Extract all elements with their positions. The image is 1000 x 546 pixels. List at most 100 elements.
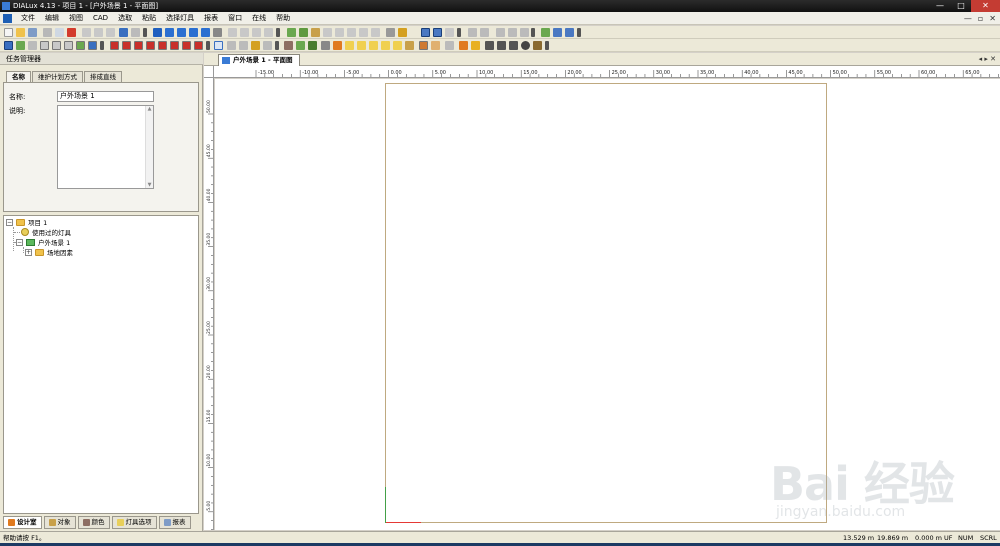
mdi-minimize-button[interactable]: — <box>964 12 972 25</box>
elevation-view-active-icon[interactable] <box>433 28 442 37</box>
redo-icon[interactable] <box>131 28 140 37</box>
tree-object-icon[interactable] <box>296 41 305 50</box>
hand-pan-icon[interactable] <box>251 41 260 50</box>
single-luminaire-icon[interactable] <box>76 41 85 50</box>
line-tool-icon[interactable] <box>485 41 494 50</box>
distribute-icon[interactable] <box>480 28 489 37</box>
ground-area-outline[interactable] <box>385 83 827 523</box>
align-icon[interactable] <box>468 28 477 37</box>
name-field[interactable]: 户外场景 1 <box>57 91 154 102</box>
measure-icon[interactable] <box>264 28 273 37</box>
calc-surface-icon[interactable] <box>335 28 344 37</box>
mdi-close-button[interactable]: ✕ <box>989 12 996 25</box>
scroll-down-icon[interactable]: ▼ <box>146 182 153 188</box>
new-file-icon[interactable] <box>4 28 13 37</box>
light-color-icon[interactable] <box>459 41 468 50</box>
expand-icon[interactable]: + <box>25 248 32 256</box>
red-tool-2-icon[interactable] <box>122 41 131 50</box>
extrude-icon[interactable] <box>405 41 414 50</box>
line-arrangement-icon[interactable] <box>52 41 61 50</box>
cut-icon[interactable] <box>82 28 91 37</box>
pyramid-yellow-icon[interactable] <box>393 41 402 50</box>
lock-icon[interactable] <box>520 28 529 37</box>
scroll-up-icon[interactable]: ▲ <box>146 106 153 112</box>
pencil-icon[interactable] <box>398 28 407 37</box>
select-cursor-icon[interactable] <box>4 41 13 50</box>
tab-maintenance[interactable]: 维护计划方式 <box>32 71 83 82</box>
view-side-icon[interactable] <box>189 28 198 37</box>
render-icon[interactable] <box>371 28 380 37</box>
paste-icon[interactable] <box>106 28 115 37</box>
sphere-yellow-icon[interactable] <box>381 41 390 50</box>
grid-icon[interactable] <box>445 28 454 37</box>
ungroup-icon[interactable] <box>508 28 517 37</box>
luminaire-green-icon[interactable] <box>287 28 296 37</box>
tab-plan-view[interactable]: 户外场景 1 - 平面图 <box>218 54 300 66</box>
luminaire-array-icon[interactable] <box>299 28 308 37</box>
menu-help[interactable]: 帮助 <box>271 12 295 25</box>
save-icon[interactable] <box>28 28 37 37</box>
orbit-icon[interactable] <box>239 41 248 50</box>
polyline-tool-icon[interactable] <box>497 41 506 50</box>
view-plan-icon[interactable] <box>165 28 174 37</box>
menu-paste[interactable]: 粘贴 <box>137 12 161 25</box>
zoom-out-icon[interactable] <box>240 28 249 37</box>
fill-bucket-icon[interactable] <box>445 41 454 50</box>
description-scrollbar[interactable]: ▲ ▼ <box>145 106 153 188</box>
tree-node-project[interactable]: − 项目 1 <box>6 217 47 227</box>
luminaire-insert-icon[interactable] <box>16 41 25 50</box>
red-tool-4-icon[interactable] <box>146 41 155 50</box>
collapse-icon[interactable]: − <box>6 218 13 226</box>
plan-view-active-icon[interactable] <box>421 28 430 37</box>
menu-file[interactable]: 文件 <box>16 12 40 25</box>
circle-tool-icon[interactable] <box>521 41 530 50</box>
tab-reports[interactable]: 报表 <box>158 516 191 529</box>
tree-node-used-luminaires[interactable]: 使用过的灯具 <box>21 227 71 237</box>
red-tool-3-icon[interactable] <box>134 41 143 50</box>
snap-icon[interactable] <box>541 28 550 37</box>
red-tool-6-icon[interactable] <box>170 41 179 50</box>
cube-orange-icon[interactable] <box>471 41 480 50</box>
open-folder-icon[interactable] <box>16 28 25 37</box>
minimize-button[interactable]: — <box>930 0 950 12</box>
measurement-box-icon[interactable] <box>533 41 542 50</box>
pdf-export-icon[interactable] <box>67 28 76 37</box>
cube-yellow-icon[interactable] <box>345 41 354 50</box>
furniture-icon[interactable] <box>311 28 320 37</box>
red-tool-7-icon[interactable] <box>182 41 191 50</box>
car-icon[interactable] <box>321 41 330 50</box>
zoom-icon[interactable] <box>227 41 236 50</box>
menu-select-luminaire[interactable]: 选择灯具 <box>161 12 199 25</box>
tab-name[interactable]: 名称 <box>6 71 31 82</box>
terrain-icon[interactable] <box>284 41 293 50</box>
menu-window[interactable]: 窗口 <box>223 12 247 25</box>
description-field[interactable]: ▲ ▼ <box>57 105 154 189</box>
print-preview-icon[interactable] <box>55 28 64 37</box>
plant-icon[interactable] <box>308 41 317 50</box>
texture-picker-icon[interactable] <box>419 41 428 50</box>
calc-point-icon[interactable] <box>347 28 356 37</box>
print-icon[interactable] <box>43 28 52 37</box>
tab-nav-arrows[interactable]: ◂ ▸ ✕ <box>979 54 996 65</box>
layer-icon[interactable] <box>553 28 562 37</box>
material-icon[interactable] <box>431 41 440 50</box>
view-fit-icon[interactable] <box>213 28 222 37</box>
texture-icon[interactable] <box>323 28 332 37</box>
view-front-icon[interactable] <box>177 28 186 37</box>
menu-select[interactable]: 选取 <box>113 12 137 25</box>
light-scene-icon[interactable] <box>386 28 395 37</box>
camera-icon[interactable] <box>359 28 368 37</box>
red-tool-5-icon[interactable] <box>158 41 167 50</box>
point-arrangement-icon[interactable] <box>88 41 97 50</box>
curve-tool-icon[interactable] <box>509 41 518 50</box>
tab-objects[interactable]: 对象 <box>43 516 76 529</box>
menu-online[interactable]: 在线 <box>247 12 271 25</box>
field-arrangement-icon[interactable] <box>40 41 49 50</box>
tab-alignment[interactable]: 排成直线 <box>84 71 122 82</box>
menu-view[interactable]: 视图 <box>64 12 88 25</box>
copy-icon[interactable] <box>94 28 103 37</box>
menu-edit[interactable]: 编辑 <box>40 12 64 25</box>
cylinder-yellow-icon[interactable] <box>357 41 366 50</box>
properties-icon[interactable] <box>565 28 574 37</box>
menu-report[interactable]: 报表 <box>199 12 223 25</box>
